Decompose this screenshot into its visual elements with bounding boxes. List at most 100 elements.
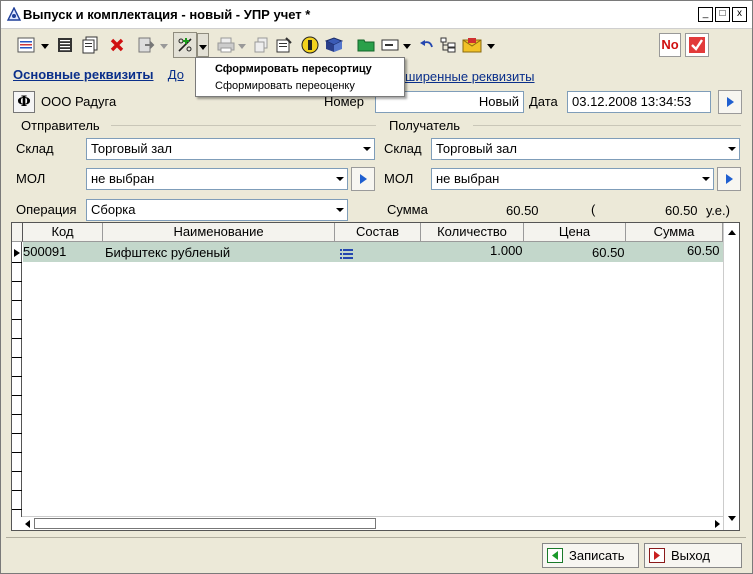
undo-icon [420, 40, 433, 48]
copy-doc-icon [254, 37, 268, 53]
properties-icon [276, 37, 292, 53]
menu-item-regrading[interactable]: Сформировать пересортицу [215, 63, 372, 75]
chevron-down-icon[interactable] [403, 41, 411, 51]
save-icon [547, 548, 563, 563]
percent-popup-menu: Сформировать пересортицу Сформировать пе… [195, 57, 405, 97]
arrow-right-icon [727, 97, 734, 107]
save-label: Записать [569, 548, 625, 563]
chevron-down-icon[interactable] [160, 41, 168, 51]
col-header-price[interactable]: Цена [524, 223, 626, 242]
structure-button[interactable] [437, 32, 459, 58]
no-button[interactable]: No [659, 33, 681, 57]
undo-button[interactable] [416, 32, 438, 58]
table-vertical-scrollbar[interactable] [723, 223, 739, 530]
col-header-sum[interactable]: Сумма [626, 223, 723, 242]
chevron-down-icon [199, 45, 207, 50]
scroll-up-icon[interactable] [728, 229, 736, 235]
info-button[interactable] [299, 32, 321, 58]
number-status: Новый [478, 94, 519, 109]
report-icon [58, 38, 72, 52]
receiver-mol-label: МОЛ [384, 171, 414, 186]
list-icon [17, 37, 35, 53]
sender-mol-select[interactable]: не выбран [86, 168, 348, 190]
arrow-right-icon [726, 174, 733, 184]
percent-dropdown[interactable] [197, 33, 209, 57]
exit-button[interactable]: Выход [644, 543, 742, 568]
scroll-down-icon[interactable] [728, 516, 736, 522]
minimize-button[interactable]: _ [698, 7, 713, 22]
delete-icon [110, 38, 124, 52]
sum-paren: ( [591, 202, 596, 217]
org-name: ООО Радуга [41, 94, 117, 109]
chevron-down-icon [336, 208, 344, 212]
print-icon [217, 37, 235, 53]
sender-group-label: Отправитель [21, 118, 100, 133]
tab-additional[interactable]: До [168, 67, 184, 82]
save-button[interactable]: Записать [542, 543, 639, 568]
chevron-down-icon[interactable] [487, 41, 495, 51]
properties-button[interactable] [273, 32, 295, 58]
col-header-quantity[interactable]: Количество [421, 223, 524, 242]
info-icon [301, 36, 319, 54]
percent-button[interactable] [173, 32, 197, 58]
sender-warehouse-label: Склад [16, 141, 54, 156]
book-icon [325, 37, 343, 52]
chevron-down-icon [336, 177, 344, 181]
receiver-mol-select[interactable]: не выбран [431, 168, 714, 190]
mail-button[interactable] [461, 32, 483, 58]
sender-mol-label: МОЛ [16, 171, 46, 186]
date-field[interactable]: 03.12.2008 13:34:53 [567, 91, 711, 113]
receiver-warehouse-label: Склад [384, 141, 422, 156]
chevron-down-icon[interactable] [238, 41, 246, 51]
chevron-down-icon[interactable] [41, 41, 49, 51]
print-button[interactable] [215, 32, 237, 58]
delete-button[interactable] [106, 32, 128, 58]
sum-value: 60.50 [506, 203, 539, 218]
date-select-button[interactable] [718, 90, 742, 114]
table-corner [12, 223, 23, 242]
folder-button[interactable] [355, 32, 377, 58]
check-button[interactable] [685, 33, 709, 57]
copy-button[interactable] [79, 32, 101, 58]
card-button[interactable] [379, 32, 401, 58]
copy-doc-button[interactable] [250, 32, 272, 58]
col-header-code[interactable]: Код [23, 223, 103, 242]
scroll-left-icon[interactable] [24, 520, 30, 528]
receiver-group-label: Получатель [389, 118, 461, 133]
sender-mol-select-button[interactable] [351, 167, 375, 191]
exit-label: Выход [671, 548, 710, 563]
operation-select[interactable]: Сборка [86, 199, 348, 221]
receiver-warehouse-select[interactable]: Торговый зал [431, 138, 740, 160]
scroll-right-icon[interactable] [715, 520, 721, 528]
cell-quantity: 1.000 [490, 243, 523, 258]
book-button[interactable] [323, 32, 345, 58]
col-header-name[interactable]: Наименование [103, 223, 335, 242]
menu-item-revaluation[interactable]: Сформировать переоценку [215, 80, 355, 92]
export-button[interactable] [135, 32, 157, 58]
close-button[interactable]: x [732, 7, 747, 22]
tabs-links: Основные реквизиты До [13, 67, 184, 82]
structure-icon [440, 37, 456, 53]
cell-sum: 60.50 [687, 243, 720, 258]
title-bar: Выпуск и комплектация - новый - УПР учет… [1, 1, 752, 29]
chevron-down-icon [363, 147, 371, 151]
receiver-warehouse-value: Торговый зал [436, 141, 517, 156]
sender-warehouse-select[interactable]: Торговый зал [86, 138, 375, 160]
app-icon [6, 7, 22, 21]
table-horizontal-scrollbar[interactable] [22, 516, 723, 530]
no-icon: No [661, 37, 679, 52]
tab-main-requisites[interactable]: Основные реквизиты [13, 67, 154, 82]
items-table: Код Наименование Состав Количество Цена … [11, 222, 740, 531]
report-button[interactable] [54, 32, 76, 58]
cell-price: 60.50 [592, 245, 625, 260]
window-title: Выпуск и комплектация - новый - УПР учет… [23, 7, 311, 22]
org-button[interactable]: Ф [13, 91, 35, 113]
receiver-mol-select-button[interactable] [717, 167, 741, 191]
col-header-composition[interactable]: Состав [335, 223, 421, 242]
maximize-button[interactable]: □ [715, 7, 730, 22]
composition-list-icon[interactable] [340, 249, 354, 259]
tab-extended-requisites[interactable]: ширенные реквизиты [405, 69, 535, 84]
horizontal-scroll-thumb[interactable] [34, 518, 376, 529]
list-button[interactable] [15, 32, 37, 58]
check-icon [689, 37, 705, 53]
